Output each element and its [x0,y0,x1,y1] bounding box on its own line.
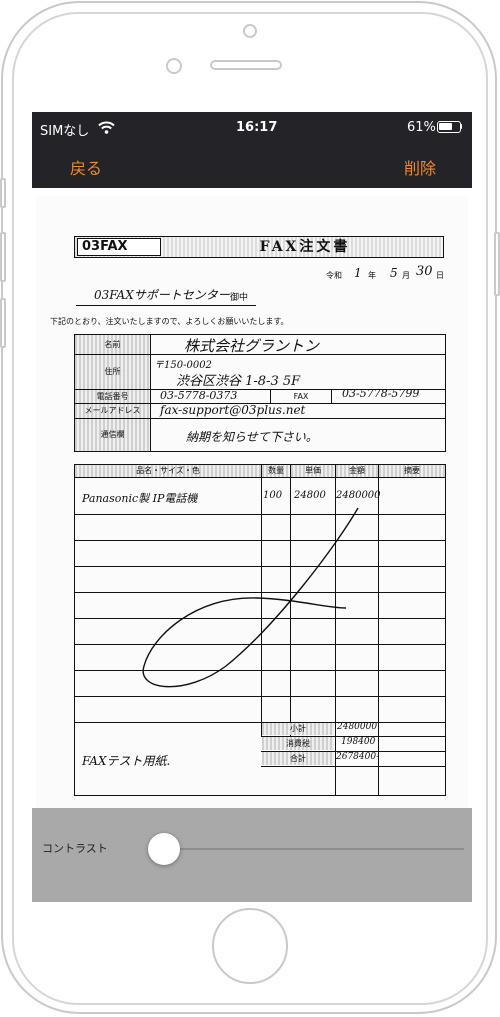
contrast-slider-thumb[interactable] [147,833,180,865]
battery-percent: 61% [407,120,436,135]
front-camera [166,58,182,74]
contrast-label: コントラスト [42,842,108,855]
contrast-slider-track[interactable] [148,848,464,850]
contrast-panel: コントラスト [32,808,472,902]
proximity-sensor [243,24,257,38]
home-button[interactable] [212,908,288,984]
document-preview: 03FAX FAX注文書 令和 1 年 5 月 30 日 03FAXサポートセン… [32,188,472,808]
battery-icon [437,121,462,133]
scanned-fax-page: 03FAX FAX注文書 令和 1 年 5 月 30 日 03FAXサポートセン… [36,196,468,808]
navigation-bar: 戻る 削除 [32,144,472,188]
delete-button[interactable]: 削除 [404,155,436,179]
mute-switch [0,178,6,208]
back-button[interactable]: 戻る [70,155,102,179]
clock-text: 16:17 [236,120,278,135]
screen: SIMなし 16:17 61% 戻る 削除 03FAX FAX注文書 令和 1 … [32,112,472,902]
volume-up-button [0,232,6,282]
power-button [494,232,500,296]
scribble-mark [142,507,359,688]
carrier-text: SIMなし [40,124,90,139]
volume-down-button [0,298,6,348]
status-bar: SIMなし 16:17 61% [32,112,472,144]
earpiece-speaker [210,60,282,70]
wifi-icon [98,121,115,134]
